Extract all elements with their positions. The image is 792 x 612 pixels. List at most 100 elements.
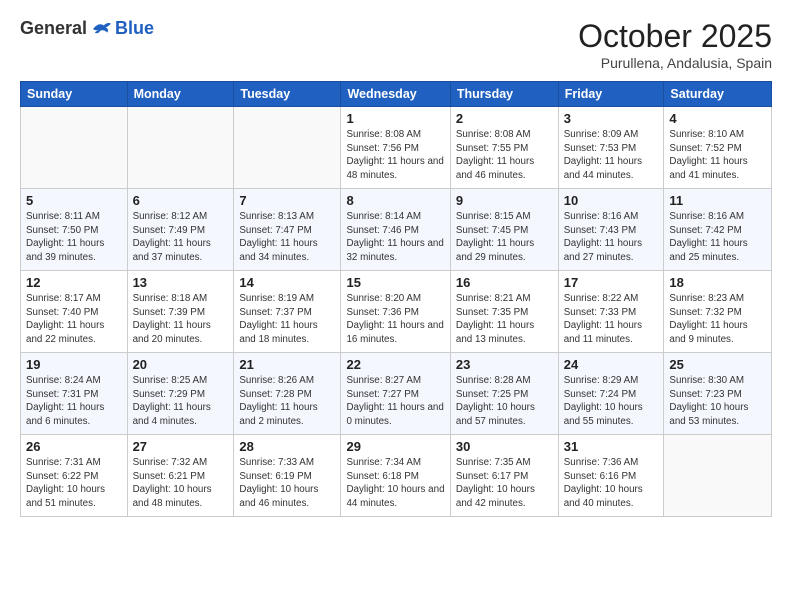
day-info: Sunrise: 8:13 AM Sunset: 7:47 PM Dayligh… xyxy=(239,210,335,265)
day-number: 16 xyxy=(456,275,553,290)
table-row xyxy=(664,435,772,517)
day-number: 23 xyxy=(456,357,553,372)
col-wednesday: Wednesday xyxy=(341,82,450,107)
table-row: 5Sunrise: 8:11 AM Sunset: 7:50 PM Daylig… xyxy=(21,189,128,271)
day-number: 6 xyxy=(133,193,229,208)
calendar-week-row: 19Sunrise: 8:24 AM Sunset: 7:31 PM Dayli… xyxy=(21,353,772,435)
table-row: 27 Sunrise: 7:32 AM Sunset: 6:21 PM Dayli… xyxy=(127,435,234,517)
day-number: 22 xyxy=(346,357,444,372)
day-info: Sunrise: 8:10 AM Sunset: 7:52 PM Dayligh… xyxy=(669,128,766,183)
day-info: Sunrise: 8:18 AM Sunset: 7:39 PM Dayligh… xyxy=(133,292,229,347)
table-row xyxy=(234,107,341,189)
title-area: October 2025 Purullena, Andalusia, Spain xyxy=(578,18,772,71)
day-info: Sunrise: 8:08 AM Sunset: 7:56 PM Dayligh… xyxy=(346,128,444,183)
table-row: 15 Sunrise: 8:20 AM Sunset: 7:36 PM Dayli… xyxy=(341,271,450,353)
table-row: 9 Sunrise: 8:15 AM Sunset: 7:45 PM Daylig… xyxy=(450,189,558,271)
day-number: 28 xyxy=(239,439,335,454)
logo-bird-icon xyxy=(91,20,113,38)
table-row: 22 Sunrise: 8:27 AM Sunset: 7:27 PM Dayli… xyxy=(341,353,450,435)
table-row: 28Sunrise: 7:33 AM Sunset: 6:19 PM Dayli… xyxy=(234,435,341,517)
day-number: 4 xyxy=(669,111,766,126)
day-number: 26 xyxy=(26,439,122,454)
col-thursday: Thursday xyxy=(450,82,558,107)
table-row: 24 Sunrise: 8:29 AM Sunset: 7:24 PM Dayli… xyxy=(558,353,664,435)
day-number: 18 xyxy=(669,275,766,290)
calendar-week-row: 12Sunrise: 8:17 AM Sunset: 7:40 PM Dayli… xyxy=(21,271,772,353)
day-info: Sunrise: 7:32 AM Sunset: 6:21 PM Dayligh… xyxy=(133,456,229,511)
table-row: 14 Sunrise: 8:19 AM Sunset: 7:37 PM Dayli… xyxy=(234,271,341,353)
day-info: Sunrise: 8:22 AM Sunset: 7:33 PM Dayligh… xyxy=(564,292,659,347)
day-info: Sunrise: 8:11 AM Sunset: 7:50 PM Dayligh… xyxy=(26,210,122,265)
day-info: Sunrise: 7:31 AM Sunset: 6:22 PM Dayligh… xyxy=(26,456,122,511)
day-number: 21 xyxy=(239,357,335,372)
header: General Blue October 2025 Purullena, And… xyxy=(20,18,772,71)
table-row: 6 Sunrise: 8:12 AM Sunset: 7:49 PM Daylig… xyxy=(127,189,234,271)
calendar-week-row: 26 Sunrise: 7:31 AM Sunset: 6:22 PM Dayli… xyxy=(21,435,772,517)
table-row: 16 Sunrise: 8:21 AM Sunset: 7:35 PM Dayli… xyxy=(450,271,558,353)
calendar-week-row: 5Sunrise: 8:11 AM Sunset: 7:50 PM Daylig… xyxy=(21,189,772,271)
table-row: 26 Sunrise: 7:31 AM Sunset: 6:22 PM Dayli… xyxy=(21,435,128,517)
table-row: 8 Sunrise: 8:14 AM Sunset: 7:46 PM Daylig… xyxy=(341,189,450,271)
table-row: 11Sunrise: 8:16 AM Sunset: 7:42 PM Dayli… xyxy=(664,189,772,271)
day-info: Sunrise: 7:34 AM Sunset: 6:18 PM Dayligh… xyxy=(346,456,444,511)
day-number: 9 xyxy=(456,193,553,208)
day-info: Sunrise: 8:16 AM Sunset: 7:43 PM Dayligh… xyxy=(564,210,659,265)
day-info: Sunrise: 7:36 AM Sunset: 6:16 PM Dayligh… xyxy=(564,456,659,511)
day-info: Sunrise: 8:23 AM Sunset: 7:32 PM Dayligh… xyxy=(669,292,766,347)
day-number: 10 xyxy=(564,193,659,208)
day-info: Sunrise: 8:27 AM Sunset: 7:27 PM Dayligh… xyxy=(346,374,444,429)
day-number: 27 xyxy=(133,439,229,454)
day-info: Sunrise: 8:30 AM Sunset: 7:23 PM Dayligh… xyxy=(669,374,766,429)
day-info: Sunrise: 8:17 AM Sunset: 7:40 PM Dayligh… xyxy=(26,292,122,347)
logo-text: General Blue xyxy=(20,18,154,39)
table-row: 4 Sunrise: 8:10 AM Sunset: 7:52 PM Daylig… xyxy=(664,107,772,189)
table-row: 12Sunrise: 8:17 AM Sunset: 7:40 PM Dayli… xyxy=(21,271,128,353)
day-info: Sunrise: 8:29 AM Sunset: 7:24 PM Dayligh… xyxy=(564,374,659,429)
day-info: Sunrise: 8:15 AM Sunset: 7:45 PM Dayligh… xyxy=(456,210,553,265)
day-info: Sunrise: 8:08 AM Sunset: 7:55 PM Dayligh… xyxy=(456,128,553,183)
day-info: Sunrise: 8:09 AM Sunset: 7:53 PM Dayligh… xyxy=(564,128,659,183)
day-number: 29 xyxy=(346,439,444,454)
day-number: 13 xyxy=(133,275,229,290)
col-saturday: Saturday xyxy=(664,82,772,107)
col-tuesday: Tuesday xyxy=(234,82,341,107)
table-row: 25Sunrise: 8:30 AM Sunset: 7:23 PM Dayli… xyxy=(664,353,772,435)
day-info: Sunrise: 8:20 AM Sunset: 7:36 PM Dayligh… xyxy=(346,292,444,347)
month-title: October 2025 xyxy=(578,18,772,55)
day-number: 24 xyxy=(564,357,659,372)
day-info: Sunrise: 8:12 AM Sunset: 7:49 PM Dayligh… xyxy=(133,210,229,265)
day-info: Sunrise: 8:14 AM Sunset: 7:46 PM Dayligh… xyxy=(346,210,444,265)
day-number: 17 xyxy=(564,275,659,290)
logo: General Blue xyxy=(20,18,154,39)
calendar: Sunday Monday Tuesday Wednesday Thursday… xyxy=(20,81,772,517)
day-number: 8 xyxy=(346,193,444,208)
table-row: 3 Sunrise: 8:09 AM Sunset: 7:53 PM Daylig… xyxy=(558,107,664,189)
table-row: 7 Sunrise: 8:13 AM Sunset: 7:47 PM Daylig… xyxy=(234,189,341,271)
day-info: Sunrise: 8:21 AM Sunset: 7:35 PM Dayligh… xyxy=(456,292,553,347)
day-number: 14 xyxy=(239,275,335,290)
table-row: 10 Sunrise: 8:16 AM Sunset: 7:43 PM Dayli… xyxy=(558,189,664,271)
table-row: 1 Sunrise: 8:08 AM Sunset: 7:56 PM Daylig… xyxy=(341,107,450,189)
day-info: Sunrise: 8:25 AM Sunset: 7:29 PM Dayligh… xyxy=(133,374,229,429)
day-info: Sunrise: 8:19 AM Sunset: 7:37 PM Dayligh… xyxy=(239,292,335,347)
day-number: 3 xyxy=(564,111,659,126)
table-row: 19Sunrise: 8:24 AM Sunset: 7:31 PM Dayli… xyxy=(21,353,128,435)
day-number: 15 xyxy=(346,275,444,290)
page: General Blue October 2025 Purullena, And… xyxy=(0,0,792,612)
table-row: 18 Sunrise: 8:23 AM Sunset: 7:32 PM Dayli… xyxy=(664,271,772,353)
calendar-week-row: 1 Sunrise: 8:08 AM Sunset: 7:56 PM Daylig… xyxy=(21,107,772,189)
table-row: 2Sunrise: 8:08 AM Sunset: 7:55 PM Daylig… xyxy=(450,107,558,189)
col-sunday: Sunday xyxy=(21,82,128,107)
col-friday: Friday xyxy=(558,82,664,107)
day-info: Sunrise: 8:26 AM Sunset: 7:28 PM Dayligh… xyxy=(239,374,335,429)
day-number: 7 xyxy=(239,193,335,208)
table-row: 31 Sunrise: 7:36 AM Sunset: 6:16 PM Dayli… xyxy=(558,435,664,517)
day-info: Sunrise: 8:24 AM Sunset: 7:31 PM Dayligh… xyxy=(26,374,122,429)
day-number: 31 xyxy=(564,439,659,454)
table-row xyxy=(127,107,234,189)
location: Purullena, Andalusia, Spain xyxy=(578,55,772,71)
table-row: 23 Sunrise: 8:28 AM Sunset: 7:25 PM Dayli… xyxy=(450,353,558,435)
day-number: 1 xyxy=(346,111,444,126)
table-row: 20Sunrise: 8:25 AM Sunset: 7:29 PM Dayli… xyxy=(127,353,234,435)
day-info: Sunrise: 8:28 AM Sunset: 7:25 PM Dayligh… xyxy=(456,374,553,429)
